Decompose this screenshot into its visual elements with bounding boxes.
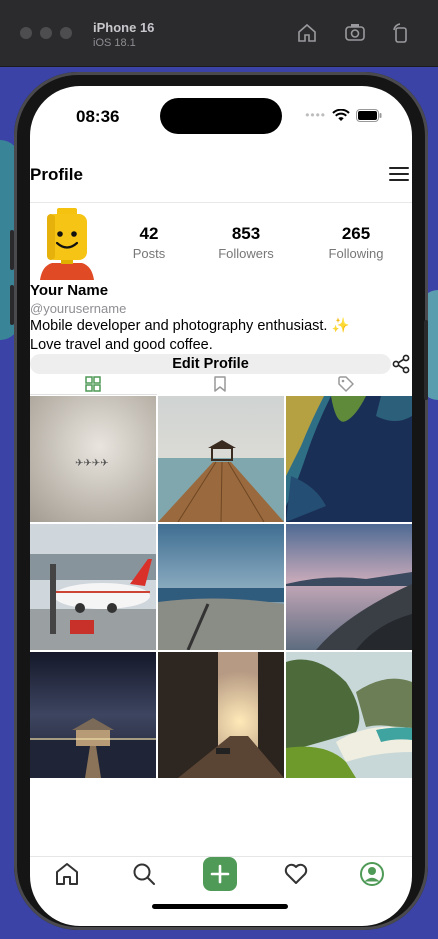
bio-line: Mobile developer and photography enthusi… [30,318,350,334]
side-button [424,320,428,400]
photo-wooden-pier [158,396,284,522]
photo-rocky-coast [286,524,412,650]
share-icon[interactable] [391,354,411,374]
rotate-icon[interactable] [390,22,412,44]
dynamic-island [160,98,282,134]
status-icons: •••• [305,108,382,122]
stat-followers[interactable]: 853 Followers [201,224,291,261]
header-divider [30,202,412,203]
status-time: 08:36 [76,107,120,126]
battery-icon [356,108,382,122]
profile-bio: Mobile developer and photography enthusi… [30,317,390,355]
cellular-signal-icon: •••• [305,108,326,122]
stat-value: 42 [139,224,159,243]
photo-tile[interactable] [158,396,284,522]
home-indicator [152,904,288,909]
photo-grid: ✈✈✈✈ [30,396,412,778]
screenshot-icon[interactable] [344,22,366,44]
stat-value: 853 [231,224,261,243]
home-button-icon[interactable] [296,22,318,44]
side-button [10,285,14,325]
search-icon[interactable] [131,861,157,887]
page-title: Profile [30,165,83,184]
photo-tile[interactable] [286,396,412,522]
menu-icon[interactable] [388,165,410,183]
photo-beach-shore [158,524,284,650]
simulator-title-bar: iPhone 16 iOS 18.1 [0,0,438,67]
photo-tile[interactable] [158,524,284,650]
photo-airplane [30,524,156,650]
photo-sunset-street [158,652,284,778]
simulator-device-name: iPhone 16 [93,20,155,35]
phone-screen: 08:36 •••• Profile 42 Posts 853 Follower… [30,86,412,926]
stat-value: 265 [341,224,371,243]
simulator-os-version: iOS 18.1 [93,37,136,49]
home-icon[interactable] [54,861,80,887]
window-controls[interactable] [20,27,72,39]
avatar[interactable] [38,208,96,280]
photo-tile[interactable]: ✈✈✈✈ [30,396,156,522]
photo-tile[interactable] [30,652,156,778]
profile-icon[interactable] [359,861,385,887]
wifi-icon [332,108,350,121]
photo-birds-in-fog: ✈✈✈✈ [30,396,156,522]
photo-boathouse [30,652,156,778]
photo-tile[interactable] [286,652,412,778]
profile-name: Your Name [30,282,109,299]
tag-icon[interactable] [338,376,354,392]
photo-green-valley [286,652,412,778]
bookmark-icon[interactable] [212,376,228,392]
photo-tile[interactable] [158,652,284,778]
stat-label: Posts [132,246,166,261]
svg-text:✈✈✈✈: ✈✈✈✈ [75,458,109,469]
stat-label: Following [328,246,384,261]
photo-tile[interactable] [30,524,156,650]
profile-username: @yourusername [30,301,127,316]
heart-icon[interactable] [283,861,309,887]
side-button [10,230,14,270]
photo-tile[interactable] [286,524,412,650]
plus-icon [210,864,230,884]
bio-line: Love travel and good coffee. [30,337,213,353]
stat-label: Followers [218,246,274,261]
stat-posts[interactable]: 42 Posts [104,224,194,261]
stat-following[interactable]: 265 Following [311,224,401,261]
photo-aerial-coast [286,396,412,522]
tab-underline [30,394,157,395]
edit-profile-button[interactable]: Edit Profile [30,354,391,374]
add-post-button[interactable] [203,857,237,891]
grid-icon[interactable] [85,376,101,392]
